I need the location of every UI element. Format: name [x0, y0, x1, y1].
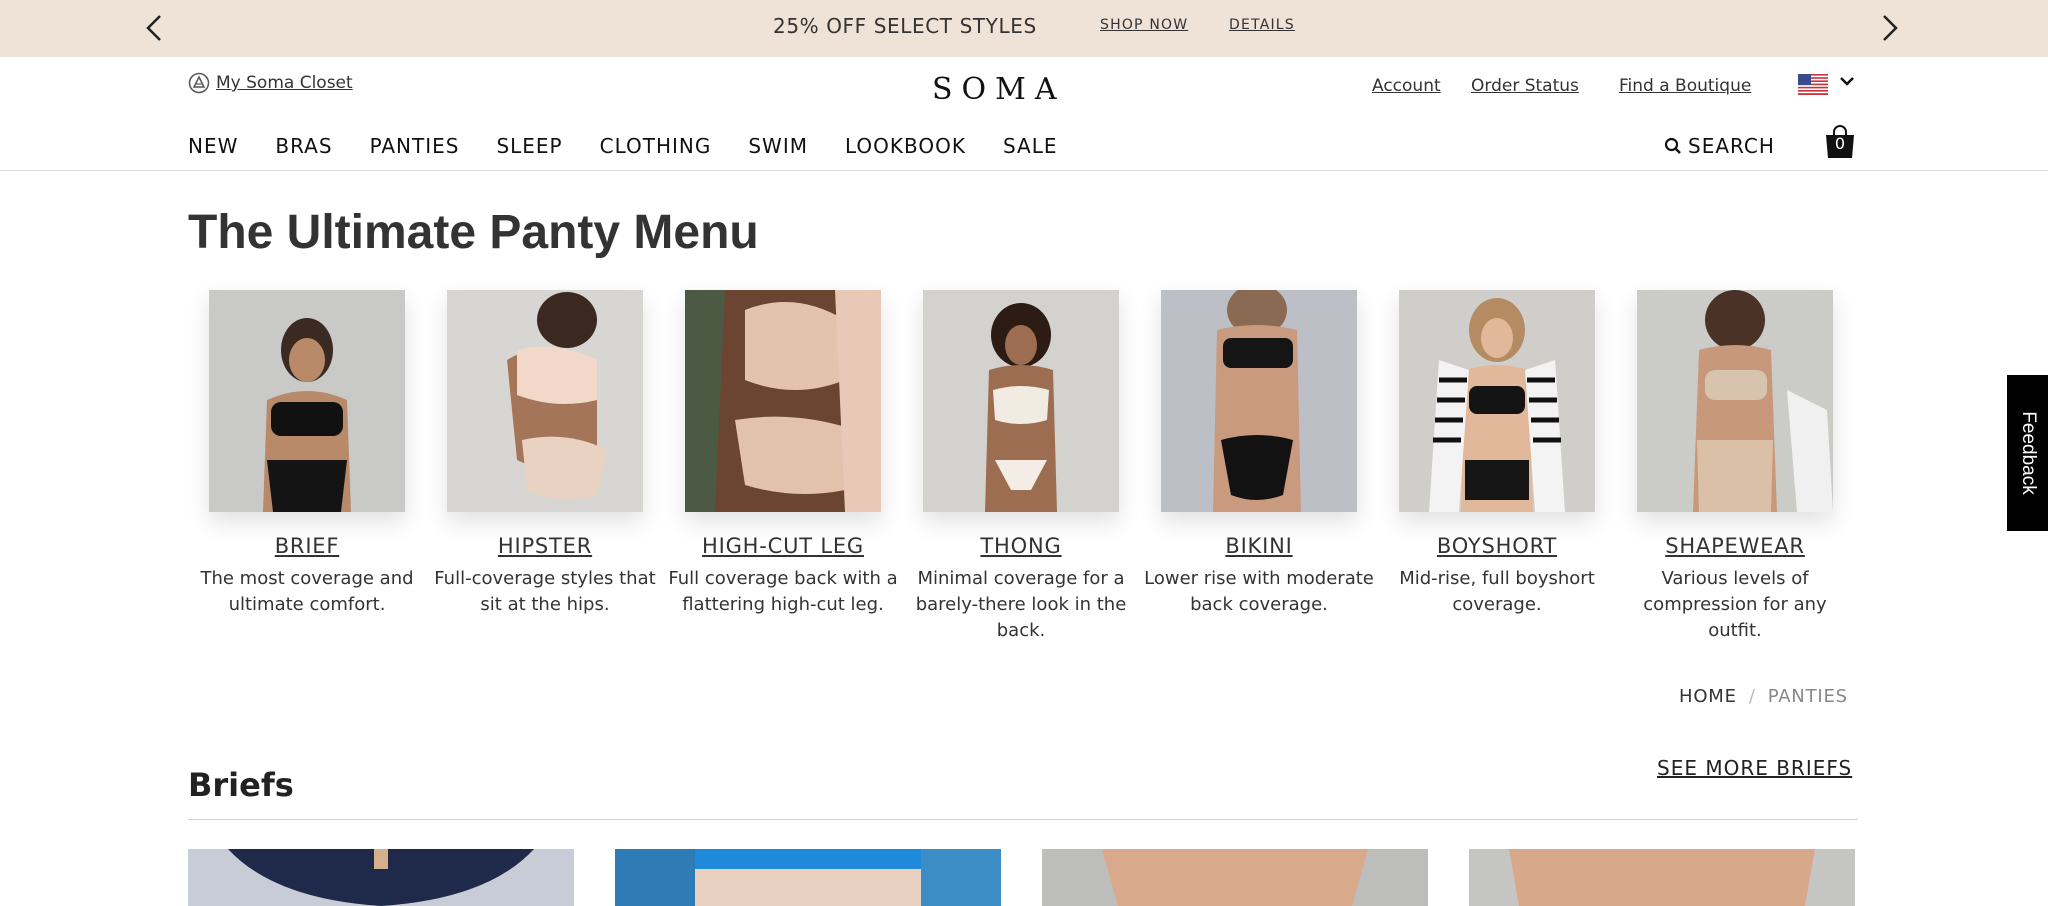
panty-card-brief[interactable]: BRIEF The most coverage and ultimate com… [188, 290, 426, 618]
card-description: Lower rise with moderate back coverage. [1144, 568, 1374, 615]
details-link[interactable]: DETAILS [1229, 17, 1295, 33]
shapewear-image[interactable] [1637, 290, 1833, 512]
feedback-tab[interactable]: Feedback [2007, 375, 2048, 531]
header-divider [0, 170, 2048, 171]
cart-button[interactable]: 0 [1822, 124, 1858, 160]
card-name[interactable]: BIKINI [1140, 534, 1378, 558]
nav-item-clothing[interactable]: CLOTHING [600, 134, 712, 158]
cart-count: 0 [1834, 134, 1846, 153]
promo-bar: 25% OFF SELECT STYLES SHOP NOW DETAILS [0, 0, 2048, 57]
breadcrumb-home[interactable]: HOME [1679, 686, 1737, 707]
panty-card-hipster[interactable]: HIPSTER Full-coverage styles that sit at… [426, 290, 664, 618]
card-description: Mid-rise, full boyshort coverage. [1399, 568, 1595, 615]
order-status-link[interactable]: Order Status [1471, 76, 1579, 96]
panty-card-boyshort[interactable]: BOYSHORT Mid-rise, full boyshort coverag… [1378, 290, 1616, 618]
panty-menu: BRIEF The most coverage and ultimate com… [188, 290, 1858, 650]
card-description: Full coverage back with a flattering hig… [668, 568, 898, 615]
promo-text: 25% OFF SELECT STYLES [773, 14, 1037, 38]
breadcrumb-current: PANTIES [1767, 686, 1848, 707]
nav-item-bras[interactable]: BRAS [275, 134, 332, 158]
my-closet[interactable]: My Soma Closet [188, 72, 353, 94]
card-name[interactable]: THONG [902, 534, 1140, 558]
thong-image[interactable] [923, 290, 1119, 512]
my-closet-link[interactable]: My Soma Closet [216, 73, 353, 93]
search-button[interactable]: SEARCH [1664, 134, 1775, 158]
brief-image[interactable] [209, 290, 405, 512]
feedback-label: Feedback [2017, 411, 2039, 495]
boyshort-image[interactable] [1399, 290, 1595, 512]
nav-item-new[interactable]: NEW [188, 134, 238, 158]
nav-item-lookbook[interactable]: LOOKBOOK [845, 134, 966, 158]
panty-card-shapewear[interactable]: SHAPEWEAR Various levels of compression … [1616, 290, 1854, 644]
chevron-right-icon[interactable] [1872, 10, 1908, 46]
high-cut-leg-image[interactable] [685, 290, 881, 512]
product-card-image[interactable] [1042, 849, 1428, 906]
product-card-image[interactable] [188, 849, 574, 906]
soma-logo[interactable]: SOMA [932, 72, 1066, 107]
breadcrumb: HOME / PANTIES [1679, 686, 1848, 707]
page-title: The Ultimate Panty Menu [188, 206, 759, 259]
bikini-image[interactable] [1161, 290, 1357, 512]
card-description: Minimal coverage for a barely-there look… [915, 568, 1127, 641]
shop-now-link[interactable]: SHOP NOW [1100, 17, 1188, 33]
card-name[interactable]: HIGH-CUT LEG [664, 534, 902, 558]
panty-card-high-cut-leg[interactable]: HIGH-CUT LEG Full coverage back with a f… [664, 290, 902, 618]
section-divider [188, 819, 1858, 820]
panty-card-bikini[interactable]: BIKINI Lower rise with moderate back cov… [1140, 290, 1378, 618]
main-nav: NEW BRAS PANTIES SLEEP CLOTHING SWIM LOO… [188, 134, 1095, 158]
us-flag-icon[interactable] [1798, 74, 1828, 95]
section-title: Briefs [188, 766, 294, 804]
card-description: The most coverage and ultimate comfort. [200, 568, 414, 615]
card-description: Various levels of compression for any ou… [1643, 568, 1827, 641]
product-card-image[interactable] [1469, 849, 1855, 906]
hipster-image[interactable] [447, 290, 643, 512]
card-description: Full-coverage styles that sit at the hip… [434, 568, 656, 615]
card-name[interactable]: BRIEF [188, 534, 426, 558]
nav-item-sale[interactable]: SALE [1003, 134, 1058, 158]
card-name[interactable]: BOYSHORT [1378, 534, 1616, 558]
breadcrumb-separator: / [1748, 686, 1756, 707]
product-card-image[interactable] [615, 849, 1001, 906]
search-icon [1664, 137, 1681, 154]
nav-item-swim[interactable]: SWIM [748, 134, 808, 158]
panty-card-thong[interactable]: THONG Minimal coverage for a barely-ther… [902, 290, 1140, 644]
account-link[interactable]: Account [1372, 76, 1441, 96]
chevron-left-icon[interactable] [138, 10, 174, 46]
chevron-down-icon[interactable] [1838, 74, 1856, 88]
nav-item-panties[interactable]: PANTIES [370, 134, 460, 158]
card-name[interactable]: SHAPEWEAR [1616, 534, 1854, 558]
nav-item-sleep[interactable]: SLEEP [496, 134, 562, 158]
see-more-briefs-link[interactable]: SEE MORE BRIEFS [1657, 756, 1852, 780]
card-name[interactable]: HIPSTER [426, 534, 664, 558]
search-label: SEARCH [1688, 134, 1775, 158]
closet-icon [188, 72, 210, 94]
find-boutique-link[interactable]: Find a Boutique [1619, 76, 1751, 96]
